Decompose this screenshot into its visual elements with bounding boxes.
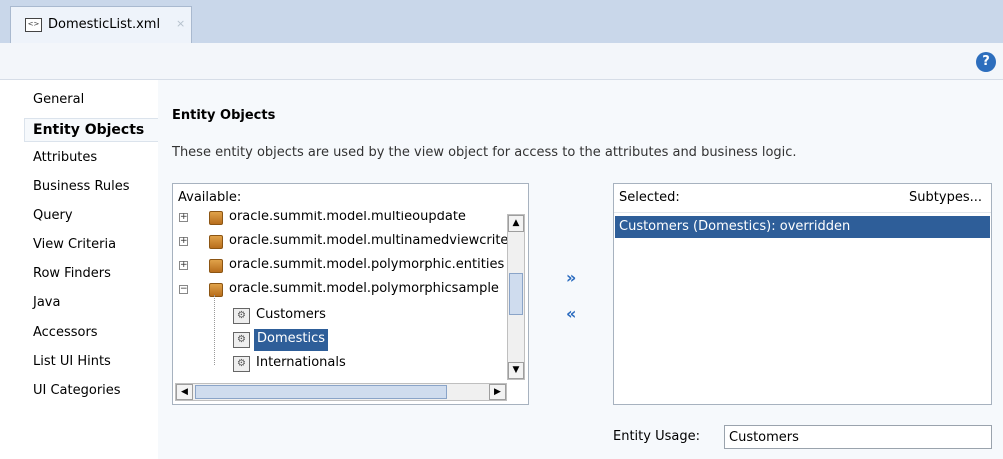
tab-close-icon[interactable]: × (176, 17, 185, 30)
editor-tab-bar: <> DomesticList.xml × (0, 0, 1003, 43)
nav-item-ui-categories[interactable]: UI Categories (33, 383, 121, 398)
add-selected-button[interactable]: » (566, 268, 576, 287)
nav-item-general[interactable]: General (33, 92, 84, 107)
scroll-down-icon[interactable]: ▼ (508, 362, 524, 379)
expand-icon[interactable]: + (179, 261, 188, 270)
tree-guide-line (214, 295, 216, 365)
package-icon (209, 211, 223, 225)
nav-item-list-ui-hints[interactable]: List UI Hints (33, 354, 111, 369)
entity-object-icon: ⚙ (233, 332, 250, 348)
tree-item-label-selected: Domestics (254, 329, 329, 351)
expand-icon[interactable]: + (179, 213, 188, 222)
nav-item-java[interactable]: Java (33, 295, 60, 310)
editor-nav: General Entity Objects Attributes Busine… (0, 80, 158, 459)
tab-title: DomesticList.xml (48, 17, 161, 32)
page-description: These entity objects are used by the vie… (172, 145, 797, 160)
nav-item-view-criteria[interactable]: View Criteria (33, 237, 116, 252)
available-tree[interactable]: + oracle.summit.model.multieoupdate + or… (173, 211, 528, 380)
expand-icon[interactable]: + (179, 237, 188, 246)
page-title: Entity Objects (172, 108, 276, 123)
scroll-right-icon[interactable]: ▶ (489, 384, 506, 400)
entity-objects-page: Entity Objects These entity objects are … (158, 80, 1003, 459)
tree-item-label: oracle.summit.model.multinamedviewcriter (229, 233, 514, 248)
tree-item-label: oracle.summit.model.polymorphicsample (229, 281, 499, 296)
tree-item-label: Customers (256, 307, 326, 322)
nav-item-row-finders[interactable]: Row Finders (33, 266, 111, 281)
tree-item-multieoupdate[interactable]: + oracle.summit.model.multieoupdate (173, 211, 528, 229)
tree-item-label: Internationals (256, 355, 346, 370)
tree-item-polymorphic-entities[interactable]: + oracle.summit.model.polymorphic.entiti… (173, 255, 528, 277)
scroll-left-icon[interactable]: ◀ (176, 384, 193, 400)
vertical-scroll-thumb[interactable] (509, 273, 523, 315)
package-icon (209, 235, 223, 249)
xml-file-icon: <> (25, 18, 42, 32)
entity-usage-label: Entity Usage: (613, 429, 700, 444)
tree-item-polymorphicsample[interactable]: − oracle.summit.model.polymorphicsample (173, 279, 528, 301)
remove-selected-button[interactable]: « (566, 304, 576, 323)
selected-label: Selected: (619, 190, 680, 205)
nav-item-entity-objects[interactable]: Entity Objects (24, 118, 158, 142)
tree-item-label: oracle.summit.model.multieoupdate (229, 211, 466, 224)
nav-item-business-rules[interactable]: Business Rules (33, 179, 130, 194)
package-icon (209, 259, 223, 273)
tab-domesticlist-xml[interactable]: <> DomesticList.xml × (10, 6, 192, 43)
horizontal-scroll-thumb[interactable] (195, 385, 447, 399)
selected-list-item[interactable]: Customers (Domestics): overridden (615, 216, 990, 238)
tree-item-customers[interactable]: ⚙ Customers (173, 305, 528, 327)
horizontal-scrollbar[interactable]: ◀ ▶ (175, 383, 507, 401)
collapse-icon[interactable]: − (179, 285, 188, 294)
vertical-scrollbar[interactable]: ▲ ▼ (507, 214, 525, 380)
available-panel: Available: + oracle.summit.model.multieo… (172, 183, 529, 405)
selected-header: Selected: Subtypes... (614, 184, 991, 213)
tree-item-domestics[interactable]: ⚙ Domestics (173, 329, 528, 351)
nav-item-accessors[interactable]: Accessors (33, 325, 98, 340)
available-label: Available: (178, 190, 242, 205)
nav-item-attributes[interactable]: Attributes (33, 150, 97, 165)
entity-object-icon: ⚙ (233, 356, 250, 372)
subtypes-button[interactable]: Subtypes... (909, 190, 982, 205)
selected-panel: Selected: Subtypes... Customers (Domesti… (613, 183, 992, 405)
package-icon (209, 283, 223, 297)
help-icon[interactable]: ? (976, 52, 996, 72)
editor-toolbar: ? (0, 43, 1003, 80)
entity-object-icon: ⚙ (233, 308, 250, 324)
nav-item-query[interactable]: Query (33, 208, 73, 223)
entity-usage-field[interactable] (724, 425, 992, 449)
tree-item-multinamedviewcriter[interactable]: + oracle.summit.model.multinamedviewcrit… (173, 231, 528, 253)
tree-item-internationals[interactable]: ⚙ Internationals (173, 353, 528, 375)
scroll-up-icon[interactable]: ▲ (508, 215, 524, 232)
tree-item-label: oracle.summit.model.polymorphic.entities (229, 257, 505, 272)
